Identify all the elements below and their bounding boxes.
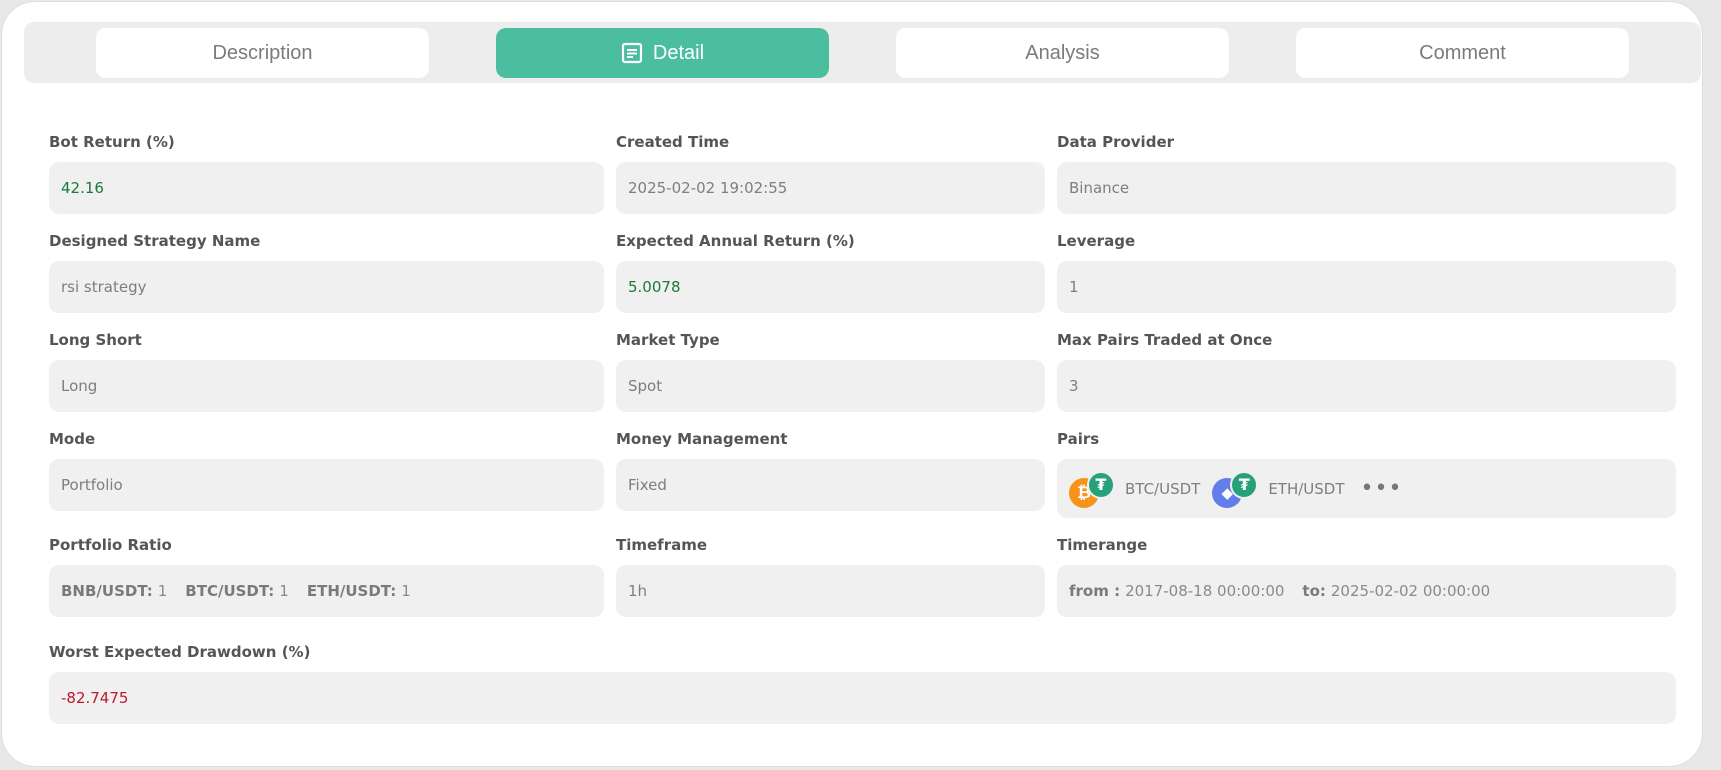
timerange-from-label: from : <box>1069 582 1121 600</box>
long-short-field: Long <box>49 360 604 412</box>
leverage-label: Leverage <box>1057 232 1136 250</box>
market-type-label: Market Type <box>616 331 720 349</box>
worst-drawdown-label: Worst Expected Drawdown (%) <box>49 643 311 661</box>
tab-description-label: Description <box>212 41 313 64</box>
timeframe-label: Timeframe <box>616 536 708 554</box>
expected-annual-return-label: Expected Annual Return (%) <box>616 232 855 250</box>
timerange-to-value: 2025-02-02 00:00:00 <box>1330 582 1491 600</box>
tab-bar: Description Detail Analysis Comment <box>24 22 1701 83</box>
detail-card: Description Detail Analysis Comment Bot … <box>1 1 1703 767</box>
tether-icon: ₮ <box>1230 470 1259 499</box>
max-pairs-field: 3 <box>1057 360 1676 412</box>
ratio-value: 1 <box>279 582 289 600</box>
timerange-label: Timerange <box>1057 536 1148 554</box>
tether-icon: ₮ <box>1087 470 1115 499</box>
strategy-name-label: Designed Strategy Name <box>49 232 261 250</box>
portfolio-ratio-label: Portfolio Ratio <box>49 536 172 554</box>
expected-annual-return-field: 5.0078 <box>616 261 1045 313</box>
money-management-field: Fixed <box>616 459 1045 511</box>
timerange-from-value: 2017-08-18 00:00:00 <box>1125 582 1285 600</box>
money-management-label: Money Management <box>616 430 788 448</box>
strategy-name-field: rsi strategy <box>49 261 604 313</box>
data-provider-field: Binance <box>1057 162 1676 214</box>
ratio-key: ETH/USDT: <box>306 582 397 600</box>
leverage-field: 1 <box>1057 261 1676 313</box>
tab-detail[interactable]: Detail <box>496 28 829 78</box>
timerange-to-label: to: <box>1302 582 1326 600</box>
ratio-value: 1 <box>401 582 411 600</box>
pair-chip-btc[interactable]: ₿ ₮ BTC/USDT <box>1069 470 1201 508</box>
pair-name: ETH/USDT <box>1268 479 1345 498</box>
bot-return-field: 42.16 <box>49 162 604 214</box>
timerange-field: from : 2017-08-18 00:00:00 to: 2025-02-0… <box>1057 565 1676 617</box>
pairs-field: ₿ ₮ BTC/USDT ◆ ₮ ETH/USDT ••• <box>1057 459 1676 518</box>
ratio-value: 1 <box>157 582 168 600</box>
mode-field: Portfolio <box>49 459 604 511</box>
long-short-label: Long Short <box>49 331 142 349</box>
tab-comment-label: Comment <box>1419 41 1506 64</box>
tab-analysis[interactable]: Analysis <box>896 28 1229 78</box>
max-pairs-label: Max Pairs Traded at Once <box>1057 331 1273 349</box>
pairs-label: Pairs <box>1057 430 1100 448</box>
more-pairs-icon[interactable]: ••• <box>1361 476 1403 501</box>
document-icon <box>621 42 643 64</box>
timeframe-field: 1h <box>616 565 1045 617</box>
pair-name: BTC/USDT <box>1125 479 1201 498</box>
ratio-key: BTC/USDT: <box>185 582 275 600</box>
created-time-field: 2025-02-02 19:02:55 <box>616 162 1045 214</box>
ratio-key: BNB/USDT: <box>61 582 153 600</box>
data-provider-label: Data Provider <box>1057 133 1175 151</box>
tab-description[interactable]: Description <box>96 28 429 78</box>
market-type-field: Spot <box>616 360 1045 412</box>
tab-detail-label: Detail <box>652 41 705 64</box>
bot-return-label: Bot Return (%) <box>49 133 175 151</box>
mode-label: Mode <box>49 430 96 448</box>
created-time-label: Created Time <box>616 133 730 151</box>
tab-comment[interactable]: Comment <box>1296 28 1629 78</box>
portfolio-ratio-field: BNB/USDT: 1 BTC/USDT: 1 ETH/USDT: 1 <box>49 565 604 617</box>
tab-analysis-label: Analysis <box>1025 41 1100 64</box>
pair-chip-eth[interactable]: ◆ ₮ ETH/USDT <box>1212 470 1345 508</box>
worst-drawdown-field: -82.7475 <box>49 672 1676 724</box>
